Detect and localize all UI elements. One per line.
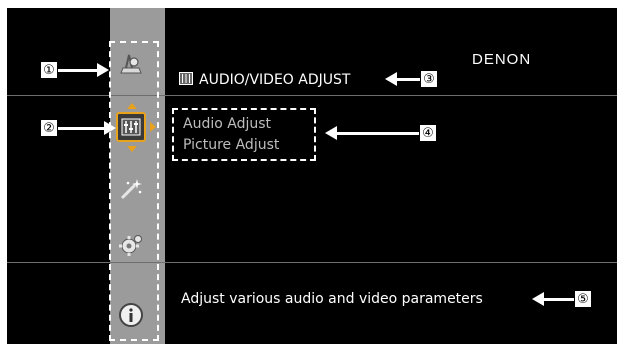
callout-4-arrow	[336, 132, 420, 135]
callout-1: ①	[40, 61, 58, 79]
callout-5-arrow	[543, 298, 575, 301]
selection-pointer	[150, 122, 156, 132]
brand-logo: DENON	[472, 51, 532, 68]
tv-screen: DENON AUDIO/VIDEO ADJUST Audio Adjust Pi…	[7, 8, 617, 344]
submenu-item-picture-adjust[interactable]: Picture Adjust	[183, 135, 279, 155]
callout-1-arrow	[58, 69, 98, 72]
callout-4: ④	[419, 124, 437, 142]
callout-1-arrowhead	[97, 63, 109, 77]
callout-2-arrow	[58, 127, 105, 130]
av-adjust-icon[interactable]	[116, 112, 146, 142]
callout-2-arrowhead	[104, 121, 116, 135]
callout-3-arrow	[396, 78, 421, 81]
sources-icon[interactable]	[117, 50, 145, 78]
callout-3: ③	[420, 70, 438, 88]
av-adjust-icon	[179, 70, 193, 89]
callout-5: ⑤	[574, 290, 592, 308]
header-divider	[7, 95, 617, 96]
scroll-down-indicator	[127, 146, 137, 152]
submenu-item-audio-adjust[interactable]: Audio Adjust	[183, 114, 271, 134]
scroll-up-indicator	[127, 103, 137, 109]
gear-icon[interactable]	[117, 231, 145, 259]
page-title-label: AUDIO/VIDEO ADJUST	[199, 71, 351, 88]
wand-icon[interactable]	[117, 175, 145, 203]
footer-divider	[7, 262, 617, 263]
page-title: AUDIO/VIDEO ADJUST	[179, 70, 350, 89]
callout-2: ②	[40, 119, 58, 137]
info-icon[interactable]	[117, 301, 145, 329]
description-text: Adjust various audio and video parameter…	[181, 291, 483, 307]
